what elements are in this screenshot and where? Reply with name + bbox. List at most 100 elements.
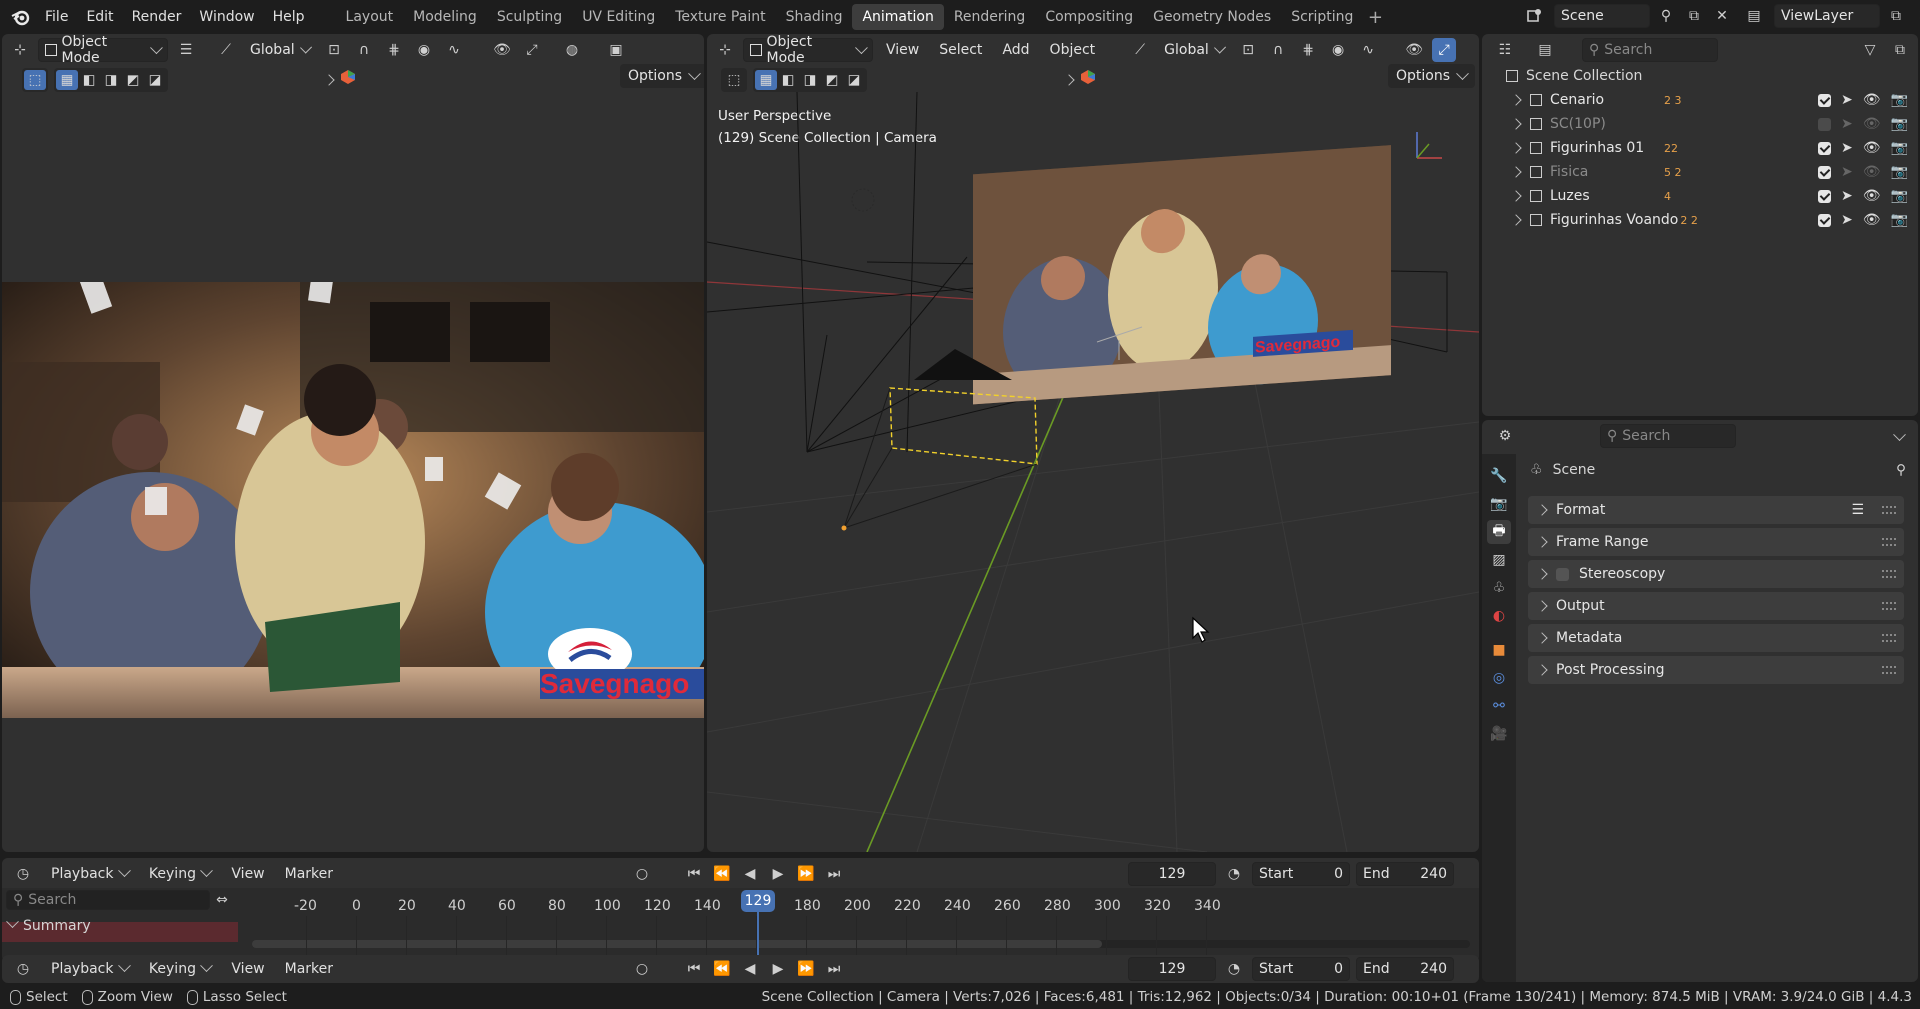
- exclude-checkbox[interactable]: [1818, 213, 1832, 227]
- current-frame-field[interactable]: 129: [1128, 957, 1216, 981]
- drag-handle-icon[interactable]: [1882, 634, 1896, 642]
- panel-expand-chevron[interactable]: [1536, 632, 1548, 644]
- expand-chevron[interactable]: [1510, 166, 1522, 178]
- expand-chevron[interactable]: [1510, 190, 1522, 202]
- select-set-buttons[interactable]: ▦ ◧ ◨ ◩ ◪: [753, 68, 867, 92]
- transform-orientation-icon[interactable]: ⟋: [214, 38, 238, 62]
- play-icon[interactable]: ▶: [766, 862, 790, 886]
- select-tool-button[interactable]: ⬚: [721, 68, 747, 92]
- eye-icon[interactable]: 👁: [1863, 116, 1881, 132]
- eye-icon[interactable]: 👁: [1863, 92, 1881, 108]
- set-new-icon[interactable]: ▦: [56, 70, 78, 90]
- eye-icon[interactable]: 👁: [1863, 188, 1881, 204]
- tab-uv-editing[interactable]: UV Editing: [572, 4, 665, 30]
- filter-icon[interactable]: ▽: [1858, 38, 1882, 62]
- preview-range-icon[interactable]: ◔: [1222, 957, 1246, 981]
- auto-keying-icon[interactable]: ○: [630, 862, 654, 886]
- navigation-gizmo[interactable]: [1416, 132, 1442, 159]
- camera-viewport[interactable]: ⊹ Object Mode ☰ ⟋ Global ⊡ ∩ ⋕ ◉ ∿ 👁 ⤢ ◍…: [2, 34, 704, 852]
- selectable-arrow-icon[interactable]: ➤: [1841, 92, 1853, 108]
- pin-icon[interactable]: ⚲: [1896, 462, 1906, 478]
- outliner-root[interactable]: Scene Collection: [1482, 64, 1918, 88]
- stereoscopy-checkbox[interactable]: [1556, 567, 1569, 581]
- delete-viewlayer-icon[interactable]: ✕: [1912, 4, 1920, 28]
- visibility-icon[interactable]: 👁: [490, 38, 514, 62]
- editor-type-icon[interactable]: ⊹: [713, 38, 737, 62]
- eye-icon[interactable]: 👁: [1863, 212, 1881, 228]
- camera-render-icon[interactable]: 📷: [1891, 140, 1908, 156]
- pivot-icon[interactable]: ⊡: [322, 38, 346, 62]
- snap-icon[interactable]: ∩: [1266, 38, 1290, 62]
- set-intersect-icon[interactable]: ◪: [843, 70, 865, 90]
- camera-render-icon[interactable]: 📷: [1891, 212, 1908, 228]
- menu-keying[interactable]: Keying: [142, 864, 218, 882]
- panel-metadata[interactable]: Metadata: [1528, 624, 1904, 652]
- set-subtract-icon[interactable]: ◨: [799, 70, 821, 90]
- menu-file[interactable]: File: [36, 0, 77, 34]
- expand-header-chevron[interactable]: [1063, 72, 1075, 88]
- scene-name-field[interactable]: Scene: [1554, 4, 1650, 28]
- set-new-icon[interactable]: ▦: [755, 70, 777, 90]
- eye-icon[interactable]: 👁: [1863, 164, 1881, 180]
- properties-editor-icon[interactable]: ⚙: [1488, 424, 1522, 448]
- auto-keying-icon[interactable]: ○: [630, 957, 654, 981]
- main-3d-viewport[interactable]: ⊹ Object Mode View Select Add Object ⟋ G…: [707, 34, 1479, 852]
- view-layer-tab-icon[interactable]: ▨: [1487, 548, 1511, 572]
- outliner-editor-icon[interactable]: ☷: [1488, 38, 1522, 62]
- menu-object[interactable]: Object: [1043, 42, 1103, 58]
- play-reverse-icon[interactable]: ◀: [738, 957, 762, 981]
- panel-stereoscopy[interactable]: Stereoscopy: [1528, 560, 1904, 588]
- snap-target-icon[interactable]: ⋕: [382, 38, 406, 62]
- snap-icon[interactable]: ∩: [352, 38, 376, 62]
- jump-end-icon[interactable]: ⏭: [822, 862, 846, 886]
- pivot-icon[interactable]: ⊡: [1236, 38, 1260, 62]
- playhead-indicator[interactable]: 129: [741, 890, 775, 912]
- constraints-tab-icon[interactable]: ⚯: [1487, 694, 1511, 718]
- transform-orientation-icon[interactable]: ⟋: [1128, 38, 1152, 62]
- timeline-search-field[interactable]: ⚲ Search: [6, 890, 210, 910]
- proportional-edit-icon[interactable]: ◉: [1326, 38, 1350, 62]
- menu-select[interactable]: Select: [932, 42, 989, 58]
- object-tab-icon[interactable]: ■: [1487, 638, 1511, 662]
- outliner-item-fisica[interactable]: Fisica 5 2 ➤ 👁 📷: [1482, 160, 1918, 184]
- drag-handle-icon[interactable]: [1882, 666, 1896, 674]
- set-subtract-icon[interactable]: ◨: [100, 70, 122, 90]
- menu-view[interactable]: View: [879, 42, 926, 58]
- options-dropdown[interactable]: Options: [1388, 64, 1476, 88]
- select-set-buttons[interactable]: ▦ ◧ ◨ ◩ ◪: [54, 68, 168, 92]
- exclude-checkbox[interactable]: [1818, 165, 1832, 179]
- menu-view[interactable]: View: [224, 961, 271, 977]
- preview-range-icon[interactable]: ◔: [1222, 862, 1246, 886]
- exclude-checkbox[interactable]: [1818, 117, 1832, 131]
- physics-tab-icon[interactable]: ◎: [1487, 666, 1511, 690]
- viewlayer-selector[interactable]: ▤ ViewLayer ⧉ ✕: [1738, 4, 1920, 28]
- panel-output[interactable]: Output: [1528, 592, 1904, 620]
- panel-post-processing[interactable]: Post Processing: [1528, 656, 1904, 684]
- tab-texture-paint[interactable]: Texture Paint: [665, 4, 775, 30]
- drag-handle-icon[interactable]: [1882, 506, 1896, 514]
- new-scene-icon[interactable]: ⧉: [1682, 4, 1706, 28]
- tab-rendering[interactable]: Rendering: [944, 4, 1036, 30]
- menu-view[interactable]: View: [224, 866, 271, 882]
- end-frame-field[interactable]: End 240: [1356, 957, 1454, 981]
- selectable-arrow-icon[interactable]: ➤: [1841, 212, 1853, 228]
- viewlayer-icon[interactable]: ▤: [1738, 4, 1770, 28]
- mode-dropdown[interactable]: Object Mode: [743, 34, 873, 66]
- data-tab-icon[interactable]: 🎥: [1487, 722, 1511, 746]
- panel-expand-chevron[interactable]: [1536, 664, 1548, 676]
- next-keyframe-icon[interactable]: ⏩: [794, 957, 818, 981]
- exclude-checkbox[interactable]: [1818, 189, 1832, 203]
- pin-scene-icon[interactable]: ⚲: [1654, 4, 1678, 28]
- selectable-arrow-icon[interactable]: ➤: [1841, 116, 1853, 132]
- outliner-item-luzes[interactable]: Luzes 4 ➤ 👁 📷: [1482, 184, 1918, 208]
- summary-row[interactable]: Summary: [6, 914, 91, 934]
- expand-header-chevron[interactable]: [323, 72, 335, 88]
- drag-handle-icon[interactable]: [1882, 570, 1896, 578]
- panel-expand-chevron[interactable]: [1536, 600, 1548, 612]
- camera-render-icon[interactable]: 📷: [1891, 164, 1908, 180]
- exclude-checkbox[interactable]: [1818, 141, 1832, 155]
- falloff-icon[interactable]: ∿: [1356, 38, 1380, 62]
- properties-search-field[interactable]: ⚲ Search: [1600, 424, 1736, 448]
- display-mode-icon[interactable]: ▤: [1528, 38, 1562, 62]
- set-intersect-icon[interactable]: ◪: [144, 70, 166, 90]
